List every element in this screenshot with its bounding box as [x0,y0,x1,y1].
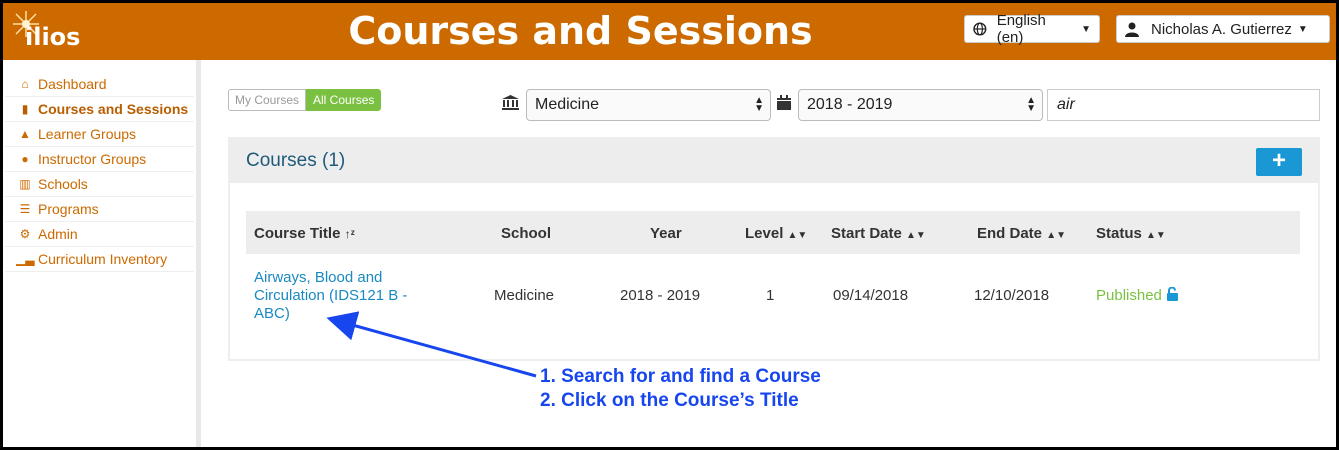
user-icon [1125,22,1139,37]
select-arrows-icon: ▲ ▼ [1026,95,1036,114]
sidebar-item-curriculum-inventory[interactable]: ▁▃ Curriculum Inventory [5,247,194,272]
sidebar-item-courses-and-sessions[interactable]: ▮ Courses and Sessions [5,97,194,122]
sort-icon: ▲▼ [787,230,808,241]
book-icon: ▮ [21,102,29,116]
year-select[interactable]: 2018 - 2019 ▲ ▼ [798,89,1043,121]
user-icon: ● [21,152,29,166]
column-header-year[interactable]: Year [650,225,682,242]
year-select-value: 2018 - 2019 [807,96,893,113]
main-content: My Courses All Courses Medicine ▲ ▼ 2018… [206,60,1336,447]
language-dropdown[interactable]: English (en) ▼ [964,12,1100,46]
globe-icon [973,22,987,36]
courses-panel-header: Courses (1) + [230,139,1318,183]
sidebar-item-label: Admin [38,226,78,242]
sidebar-item-label: Curriculum Inventory [38,251,168,267]
all-courses-button[interactable]: All Courses [306,89,382,111]
column-header-level[interactable]: Level ▲▼ [745,225,807,242]
search-input[interactable]: air [1047,89,1320,121]
app-window: ilios Courses and Sessions English (en) … [3,3,1336,447]
course-status: Published [1096,286,1180,304]
column-header-course-title[interactable]: Course Title ↑ᶻ [254,225,355,242]
list-icon: ☰ [19,202,31,216]
courses-count-title: Courses (1) [246,150,346,171]
calendar-icon [777,95,791,113]
unlock-icon[interactable] [1166,286,1180,304]
annotation-step-1: 1. Search for and find a Course [540,366,821,387]
chevron-down-icon: ▼ [1297,23,1308,35]
chart-icon: ▁▃ [16,252,35,266]
table-header: Course Title ↑ᶻ School Year Level ▲▼ Sta… [246,211,1300,254]
sidebar-item-programs[interactable]: ☰ Programs [5,197,194,222]
gears-icon: ⚙ [19,227,31,241]
sidebar-item-instructor-groups[interactable]: ● Instructor Groups [5,147,194,172]
sort-icon: ▲▼ [906,230,926,241]
sidebar-nav: ⌂ Dashboard ▮ Courses and Sessions ▲ Lea… [3,72,196,272]
add-course-button[interactable]: + [1256,148,1302,176]
courses-panel: Courses (1) + Course Title ↑ᶻ School Yea… [228,137,1320,361]
sort-icon: ▲▼ [1046,230,1066,241]
chevron-down-icon: ▼ [1081,23,1091,35]
course-scope-toggle: My Courses All Courses [228,89,382,111]
course-year: 2018 - 2019 [620,287,701,304]
sidebar-item-learner-groups[interactable]: ▲ Learner Groups [5,122,194,147]
sidebar-item-label: Schools [38,176,88,192]
sidebar-item-label: Learner Groups [38,126,137,142]
user-menu-dropdown[interactable]: Nicholas A. Gutierrez ▼ [1116,15,1330,43]
sidebar: ⌂ Dashboard ▮ Courses and Sessions ▲ Lea… [3,60,201,447]
select-arrows-icon: ▲ ▼ [754,95,764,114]
status-badge: Published [1096,287,1162,304]
sidebar-item-label: Instructor Groups [38,151,147,167]
graduation-cap-icon: ▲ [19,127,31,141]
user-name: Nicholas A. Gutierrez [1151,20,1292,38]
sidebar-item-label: Dashboard [38,76,107,92]
language-label: English (en) [996,12,1046,46]
home-icon: ⌂ [21,77,29,91]
sidebar-item-label: Programs [38,201,99,217]
column-header-start-date[interactable]: Start Date ▲▼ [831,225,926,242]
my-courses-button[interactable]: My Courses [228,89,307,111]
sidebar-item-schools[interactable]: ▥ Schools [5,172,194,197]
table-row: Airways, Blood and Circulation (IDS121 B… [246,257,1300,327]
column-header-status[interactable]: Status ▲▼ [1096,225,1166,242]
column-header-school[interactable]: School [501,225,551,242]
sidebar-item-admin[interactable]: ⚙ Admin [5,222,194,247]
school-select-value: Medicine [535,96,600,113]
course-school: Medicine [494,287,555,304]
course-start-date: 09/14/2018 [833,287,909,304]
sort-icon: ▲▼ [1146,230,1166,241]
top-bar: ilios Courses and Sessions English (en) … [3,3,1336,60]
column-header-end-date[interactable]: End Date ▲▼ [977,225,1066,242]
course-end-date: 12/10/2018 [974,287,1050,304]
sidebar-item-label: Courses and Sessions [38,101,189,117]
institution-icon [502,95,519,113]
course-title-link[interactable]: Airways, Blood and Circulation (IDS121 B… [254,269,434,323]
course-level: 1 [766,287,775,304]
institution-icon: ▥ [19,177,31,191]
sidebar-item-dashboard[interactable]: ⌂ Dashboard [5,72,194,97]
school-select[interactable]: Medicine ▲ ▼ [526,89,771,121]
annotation-step-2: 2. Click on the Course’s Title [540,390,799,411]
sort-alpha-icon: ↑ᶻ [344,227,355,241]
